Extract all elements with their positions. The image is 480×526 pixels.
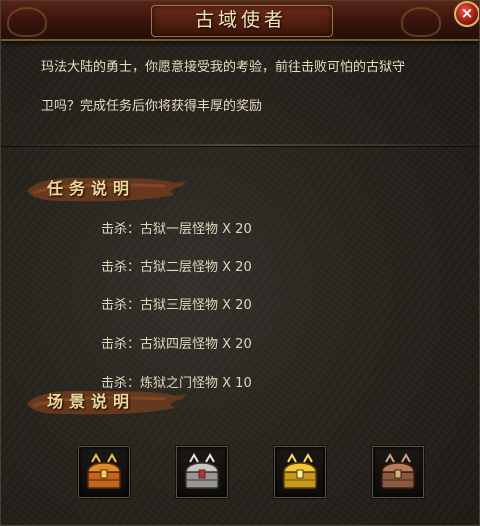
close-button[interactable]: ×	[454, 1, 479, 27]
reward-slot-orange-chest[interactable]	[78, 446, 130, 498]
task-item: 击杀：古狱三层怪物 X 20	[101, 298, 252, 313]
intro-text-line-1: 玛法大陆的勇士，你愿意接受我的考验，前往击败可怕的古狱守	[41, 60, 406, 75]
intro-text-line-2: 卫吗？完成任务后你将获得丰厚的奖励	[41, 99, 263, 114]
task-item: 击杀：古狱二层怪物 X 20	[101, 260, 252, 275]
reward-slot-bronze-chest[interactable]	[372, 446, 424, 498]
scene-section-title: 场景说明	[47, 392, 136, 411]
task-item: 击杀：古狱四层怪物 X 20	[101, 337, 252, 352]
bronze-chest-icon	[381, 452, 415, 489]
reward-slot-silver-chest[interactable]	[176, 446, 228, 498]
scene-section-header: 场景说明	[25, 384, 187, 420]
reward-slot-gold-chest[interactable]	[274, 446, 326, 498]
quest-dialog: 古域使者 × 玛法大陆的勇士，你愿意接受我的考验，前往击败可怕的古狱守 卫吗？完…	[0, 0, 480, 526]
task-section-title: 任务说明	[47, 179, 136, 198]
dialog-title: 古域使者	[194, 9, 287, 31]
orange-chest-icon	[87, 452, 121, 489]
gold-chest-icon	[283, 452, 317, 489]
divider	[1, 144, 479, 146]
title-bar[interactable]: 古域使者	[1, 1, 479, 41]
task-section-header: 任务说明	[25, 171, 187, 207]
task-item: 击杀：古狱一层怪物 X 20	[101, 222, 252, 237]
silver-chest-icon	[185, 452, 219, 489]
